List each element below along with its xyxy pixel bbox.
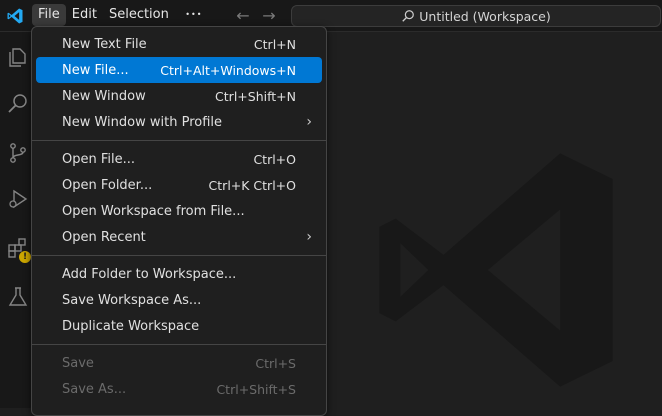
menu-selection[interactable]: Selection (103, 4, 175, 26)
chevron-right-icon: › (306, 229, 312, 245)
menu-item-open-file[interactable]: Open File... Ctrl+O (36, 146, 322, 172)
menu-item-new-file[interactable]: New File... Ctrl+Alt+Windows+N (36, 57, 322, 83)
menu-item-open-recent[interactable]: Open Recent › (36, 224, 322, 250)
menu-item-save-as[interactable]: Save As... Ctrl+Shift+S (36, 376, 322, 402)
menu-item-duplicate-workspace[interactable]: Duplicate Workspace (36, 313, 322, 339)
menu-separator (32, 255, 326, 256)
menu-item-open-workspace-from-file[interactable]: Open Workspace from File... (36, 198, 322, 224)
vscode-watermark-icon (379, 153, 613, 387)
search-icon[interactable] (6, 92, 30, 116)
menu-item-add-folder-to-workspace[interactable]: Add Folder to Workspace... (36, 261, 322, 287)
search-icon (402, 10, 415, 22)
more-menus-icon[interactable]: ••• (175, 4, 213, 26)
menu-file[interactable]: File (32, 4, 66, 26)
menu-item-new-window-with-profile[interactable]: New Window with Profile › (36, 109, 322, 135)
back-arrow-icon[interactable]: ← (234, 7, 252, 25)
file-menu-dropdown: New Text File Ctrl+N New File... Ctrl+Al… (31, 26, 327, 416)
source-control-icon[interactable] (6, 141, 30, 165)
warning-badge: ! (19, 251, 31, 263)
menu-item-new-window[interactable]: New Window Ctrl+Shift+N (36, 83, 322, 109)
testing-icon[interactable] (6, 285, 30, 309)
menu-item-new-text-file[interactable]: New Text File Ctrl+N (36, 31, 322, 57)
workspace-title: Untitled (Workspace) (419, 8, 551, 24)
menu-bar: File Edit Selection ••• (32, 4, 213, 26)
menu-edit[interactable]: Edit (66, 4, 103, 26)
forward-arrow-icon[interactable]: → (260, 7, 278, 25)
menu-item-save-workspace-as[interactable]: Save Workspace As... (36, 287, 322, 313)
command-center[interactable]: Untitled (Workspace) (291, 5, 661, 27)
menu-separator (32, 344, 326, 345)
explorer-icon[interactable] (6, 45, 30, 69)
vscode-logo-icon[interactable] (6, 7, 24, 25)
run-debug-icon[interactable] (6, 187, 30, 211)
chevron-right-icon: › (306, 114, 312, 130)
menu-item-open-folder[interactable]: Open Folder... Ctrl+K Ctrl+O (36, 172, 322, 198)
menu-item-save[interactable]: Save Ctrl+S (36, 350, 322, 376)
menu-separator (32, 140, 326, 141)
